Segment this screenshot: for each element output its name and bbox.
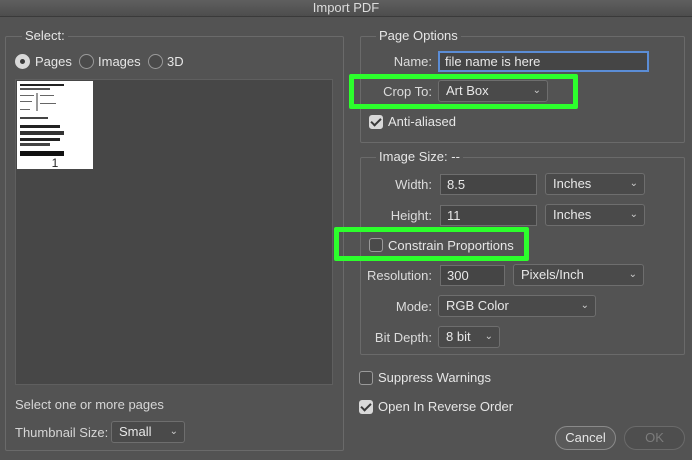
- 3d-radio-label[interactable]: 3D: [167, 54, 184, 69]
- name-input[interactable]: file name is here: [438, 51, 649, 72]
- width-label: Width:: [395, 177, 432, 192]
- resolution-unit-value: Pixels/Inch: [521, 267, 584, 282]
- chevron-down-icon: ⌄: [628, 269, 637, 280]
- cancel-button[interactable]: Cancel: [555, 426, 616, 450]
- height-input[interactable]: 11: [440, 205, 537, 226]
- page-options-title: Page Options: [376, 28, 461, 43]
- thumbnail-size-value: Small: [119, 424, 152, 439]
- bit-depth-label: Bit Depth:: [374, 330, 432, 345]
- bit-depth-select[interactable]: 8 bit ⌄: [438, 326, 500, 348]
- name-label: Name:: [393, 54, 432, 69]
- images-radio[interactable]: [79, 54, 94, 69]
- page-number: 1: [51, 156, 59, 170]
- anti-aliased-checkbox[interactable]: [369, 115, 383, 129]
- chevron-down-icon: ⌄: [484, 331, 493, 342]
- chevron-down-icon: ⌄: [580, 300, 589, 311]
- height-unit-value: Inches: [553, 207, 592, 222]
- crop-to-label: Crop To:: [383, 84, 432, 99]
- page-thumbnail[interactable]: 1: [17, 81, 93, 170]
- reverse-order-label[interactable]: Open In Reverse Order: [378, 399, 513, 414]
- resolution-input[interactable]: 300: [440, 265, 505, 286]
- constrain-proportions-label[interactable]: Constrain Proportions: [388, 238, 514, 253]
- chevron-down-icon: ⌄: [629, 178, 638, 189]
- thumbnail-panel[interactable]: 1: [15, 79, 333, 385]
- resolution-label: Resolution:: [366, 268, 432, 283]
- reverse-order-checkbox[interactable]: [359, 400, 373, 414]
- mode-label: Mode:: [395, 299, 432, 314]
- anti-aliased-label[interactable]: Anti-aliased: [388, 114, 456, 129]
- width-unit-select[interactable]: Inches ⌄: [545, 173, 645, 195]
- thumbnail-size-label: Thumbnail Size:: [15, 425, 109, 440]
- suppress-warnings-checkbox[interactable]: [359, 371, 373, 385]
- height-unit-select[interactable]: Inches ⌄: [545, 204, 645, 226]
- mode-select[interactable]: RGB Color ⌄: [438, 295, 596, 317]
- ok-button[interactable]: OK: [624, 426, 685, 450]
- mode-value: RGB Color: [446, 298, 509, 313]
- image-size-title: Image Size: --: [376, 149, 463, 164]
- select-group-title: Select:: [22, 28, 68, 43]
- crop-to-value: Art Box: [446, 83, 489, 98]
- thumbnail-size-select[interactable]: Small ⌄: [111, 421, 185, 443]
- window-title: Import PDF: [0, 0, 692, 17]
- constrain-proportions-checkbox[interactable]: [369, 238, 383, 252]
- chevron-down-icon: ⌄: [629, 209, 638, 220]
- chevron-down-icon: ⌄: [532, 85, 541, 96]
- height-label: Height:: [390, 208, 432, 223]
- bit-depth-value: 8 bit: [446, 329, 471, 344]
- suppress-warnings-label[interactable]: Suppress Warnings: [378, 370, 491, 385]
- resolution-unit-select[interactable]: Pixels/Inch ⌄: [513, 264, 644, 286]
- pages-radio[interactable]: [15, 54, 30, 69]
- 3d-radio[interactable]: [148, 54, 163, 69]
- crop-to-select[interactable]: Art Box ⌄: [438, 80, 548, 102]
- pages-radio-label[interactable]: Pages: [35, 54, 72, 69]
- chevron-down-icon: ⌄: [169, 426, 178, 437]
- width-unit-value: Inches: [553, 176, 592, 191]
- images-radio-label[interactable]: Images: [98, 54, 141, 69]
- width-input[interactable]: 8.5: [440, 174, 537, 195]
- select-hint: Select one or more pages: [15, 397, 164, 412]
